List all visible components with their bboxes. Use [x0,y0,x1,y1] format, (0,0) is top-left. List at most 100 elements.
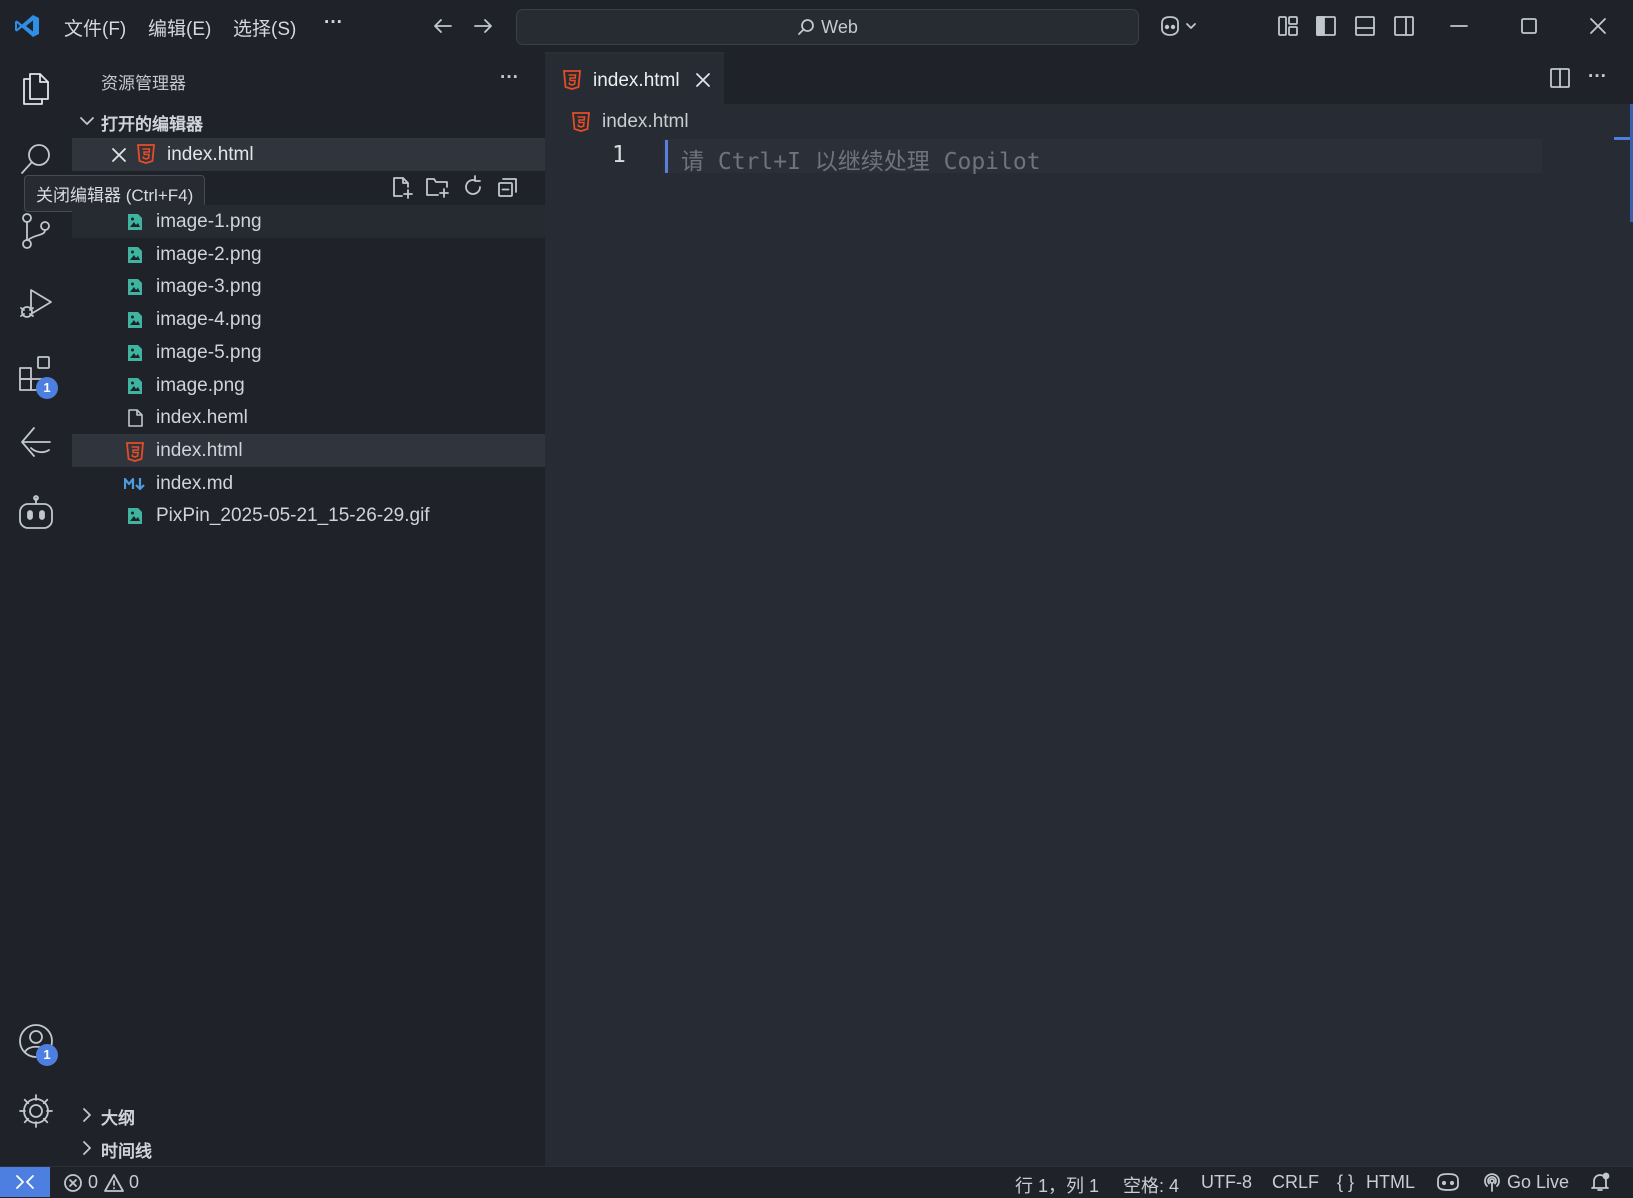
go-live-button[interactable]: Go Live [1507,1172,1569,1193]
file-name: image-2.png [156,243,262,265]
accounts-badge: 1 [36,1044,58,1066]
copilot-hint-placeholder: 请 Ctrl+I 以继续处理 Copilot [681,149,1041,175]
file-item[interactable]: PixPin_2025-05-21_15-26-29.gif [72,499,545,532]
error-count[interactable]: 0 [88,1172,98,1193]
vscode-logo-icon [14,14,40,38]
language-mode[interactable]: HTML [1366,1172,1415,1193]
image-file-icon [126,344,144,362]
remote-icon [14,1172,36,1192]
file-item[interactable]: image-5.png [72,336,545,369]
indentation[interactable]: 空格: 4 [1123,1172,1179,1198]
file-name: image-3.png [156,276,262,298]
end-of-line[interactable]: CRLF [1272,1172,1319,1193]
editor-more-actions[interactable]: ··· [1588,66,1607,88]
open-editor-label: index.html [167,144,254,165]
title-bar: 文件(F) 编辑(E) 选择(S) ··· Web [0,0,1633,52]
editor-area[interactable] [545,52,1633,1166]
timeline-header[interactable]: 时间线 [101,1137,152,1162]
forward-arrow-icon[interactable] [472,15,494,37]
breadcrumb[interactable]: index.html [602,111,689,133]
file-item[interactable]: image-4.png [72,303,545,336]
file-name: index.heml [156,407,248,429]
chevron-right-icon[interactable] [78,1106,96,1124]
refresh-icon[interactable] [461,175,485,199]
split-editor-icon[interactable] [1549,67,1571,89]
image-file-icon [126,246,144,264]
encoding[interactable]: UTF-8 [1201,1172,1252,1193]
toggle-secondary-sidebar-icon[interactable] [1393,15,1415,37]
run-debug-icon[interactable] [17,284,55,322]
text-cursor [665,140,668,173]
file-item[interactable]: image.png [72,369,545,402]
notifications-bell-icon[interactable] [1590,1172,1610,1192]
file-item[interactable]: image-1.png [72,205,545,238]
open-editor-item[interactable]: index.html [72,138,545,171]
back-arrow-icon[interactable] [432,15,454,37]
close-icon[interactable] [694,71,712,89]
broadcast-icon[interactable] [1482,1172,1502,1192]
menu-file[interactable]: 文件(F) [64,14,126,41]
copilot-status-icon[interactable] [1436,1172,1460,1192]
html-file-icon [126,441,144,462]
search-view-icon[interactable] [17,140,55,178]
menu-selection[interactable]: 选择(S) [233,14,296,41]
file-name: image-1.png [156,211,262,232]
file-name: image-5.png [156,341,262,363]
error-icon[interactable] [63,1173,83,1193]
command-center-search[interactable]: Web [516,9,1139,45]
file-name: image.png [156,374,245,396]
chevron-right-icon[interactable] [78,1139,96,1157]
tab-index-html[interactable]: index.html [545,52,724,106]
minimize-icon[interactable] [1448,15,1470,37]
image-file-icon [126,507,144,525]
collapse-all-icon[interactable] [496,175,520,199]
file-name: index.html [156,439,243,461]
image-file-icon [126,311,144,329]
remote-explorer-icon[interactable] [17,424,55,462]
activity-bar: 1 1 [0,52,72,1166]
line-number: 1 [612,142,626,168]
gear-icon[interactable] [17,1092,55,1130]
image-file-icon [126,278,144,296]
file-item[interactable]: index.html [72,433,545,467]
image-file-icon [126,213,144,231]
explorer-more-actions[interactable]: ··· [500,67,519,89]
file-item[interactable]: image-2.png [72,238,545,271]
file-item[interactable]: index.md [72,467,545,500]
maximize-icon[interactable] [1518,15,1540,37]
open-editors-header[interactable]: 打开的编辑器 [101,110,203,135]
new-file-icon[interactable] [390,175,414,199]
extensions-badge: 1 [36,377,58,399]
file-name: index.md [156,472,234,494]
remote-indicator[interactable] [0,1167,50,1197]
menu-edit[interactable]: 编辑(E) [148,14,211,41]
new-folder-icon[interactable] [425,175,451,199]
explorer-title: 资源管理器 [101,74,186,93]
html-file-icon [572,112,590,132]
close-icon[interactable] [110,146,128,164]
outline-header[interactable]: 大纲 [101,1104,135,1129]
copilot-chat-icon[interactable] [17,494,55,532]
file-name: image-4.png [156,309,262,331]
html-file-icon [137,144,155,164]
toggle-primary-sidebar-icon[interactable] [1315,15,1337,37]
warning-icon[interactable] [104,1173,124,1193]
customize-layout-icon[interactable] [1277,15,1299,37]
cursor-position[interactable]: 行 1，列 1 [1015,1172,1099,1198]
source-control-icon[interactable] [17,212,55,250]
explorer-icon[interactable] [17,68,55,106]
copilot-icon[interactable] [1158,14,1198,38]
close-window-icon[interactable] [1587,15,1609,37]
file-item[interactable]: image-3.png [72,270,545,303]
image-file-icon [126,377,144,395]
toggle-panel-icon[interactable] [1354,15,1376,37]
menu-more[interactable]: ··· [324,12,343,34]
search-text: Web [821,17,858,37]
search-icon [797,18,815,36]
warning-count[interactable]: 0 [129,1172,139,1193]
tab-label: index.html [593,70,680,91]
status-bar: 0 0 行 1，列 1 空格: 4 UTF-8 CRLF { } HTML Go… [0,1166,1633,1197]
chevron-down-icon[interactable] [78,112,96,130]
file-name: PixPin_2025-05-21_15-26-29.gif [156,505,430,527]
file-item[interactable]: index.heml [72,401,545,434]
